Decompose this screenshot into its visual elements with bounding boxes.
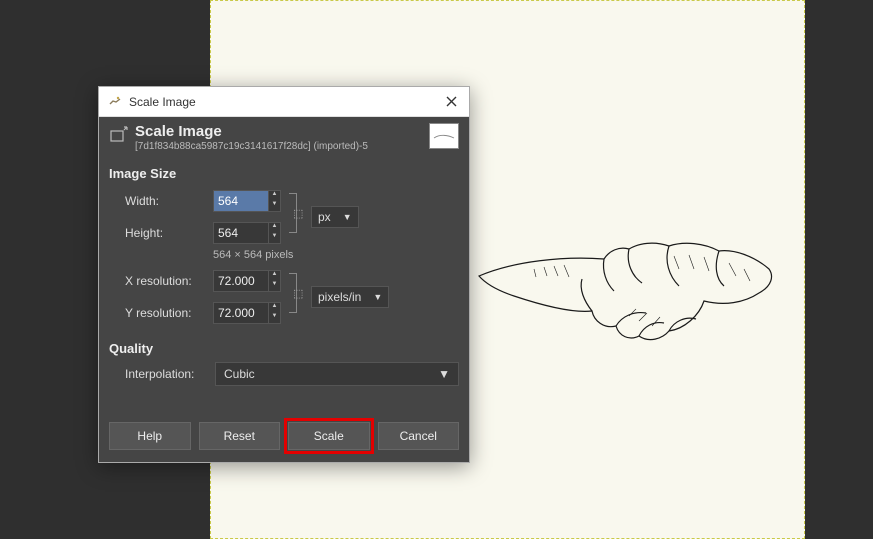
button-row: Help Reset Scale Cancel xyxy=(109,422,459,450)
titlebar-title: Scale Image xyxy=(129,95,441,109)
chevron-down-icon: ▼ xyxy=(343,212,352,222)
scale-icon xyxy=(109,125,129,145)
titlebar[interactable]: Scale Image xyxy=(99,87,469,117)
width-spinner[interactable]: ▲ ▼ xyxy=(213,190,281,212)
close-icon xyxy=(446,96,457,107)
dimensions-text: 564 × 564 pixels xyxy=(213,249,459,261)
quality-heading: Quality xyxy=(109,341,459,356)
scale-image-dialog: Scale Image Scale Image [7d1f834b88ca598… xyxy=(98,86,470,463)
xres-spinner[interactable]: ▲ ▼ xyxy=(213,270,281,292)
chevron-down-icon: ▼ xyxy=(438,367,450,381)
width-down[interactable]: ▼ xyxy=(268,201,280,211)
height-input[interactable] xyxy=(214,223,268,243)
xres-down[interactable]: ▼ xyxy=(268,281,280,291)
res-unit-select[interactable]: pixels/in ▼ xyxy=(311,286,389,308)
size-unit-select[interactable]: px ▼ xyxy=(311,206,359,228)
yres-spinner[interactable]: ▲ ▼ xyxy=(213,302,281,324)
yres-input[interactable] xyxy=(214,303,268,323)
dialog-subtitle: [7d1f834b88ca5987c19c3141617f28dc] (impo… xyxy=(135,141,423,152)
xres-up[interactable]: ▲ xyxy=(268,271,280,281)
scale-button[interactable]: Scale xyxy=(288,422,370,450)
yres-up[interactable]: ▲ xyxy=(268,303,280,313)
chain-icon: ⬚ xyxy=(293,207,303,220)
close-button[interactable] xyxy=(441,92,461,112)
xres-input[interactable] xyxy=(214,271,268,291)
chevron-down-icon: ▼ xyxy=(373,292,382,302)
interpolation-label: Interpolation: xyxy=(125,367,207,381)
hand-illustration xyxy=(474,221,784,351)
dialog-body: Scale Image [7d1f834b88ca5987c19c3141617… xyxy=(99,117,469,462)
yres-label: Y resolution: xyxy=(125,306,207,320)
width-label: Width: xyxy=(125,194,207,208)
height-up[interactable]: ▲ xyxy=(268,223,280,233)
height-label: Height: xyxy=(125,226,207,240)
yres-down[interactable]: ▼ xyxy=(268,313,280,323)
image-size-heading: Image Size xyxy=(109,166,459,181)
width-up[interactable]: ▲ xyxy=(268,191,280,201)
reset-button[interactable]: Reset xyxy=(199,422,281,450)
interpolation-select[interactable]: Cubic ▼ xyxy=(215,362,459,386)
size-unit-value: px xyxy=(318,210,331,224)
chain-icon: ⬚ xyxy=(293,287,303,300)
interpolation-value: Cubic xyxy=(224,367,255,381)
cancel-button[interactable]: Cancel xyxy=(378,422,460,450)
res-unit-value: pixels/in xyxy=(318,290,361,304)
size-chain-link[interactable]: ⬚ xyxy=(287,187,305,239)
width-input[interactable] xyxy=(214,191,268,211)
dialog-header: Scale Image [7d1f834b88ca5987c19c3141617… xyxy=(109,123,459,152)
xres-label: X resolution: xyxy=(125,274,207,288)
height-spinner[interactable]: ▲ ▼ xyxy=(213,222,281,244)
app-icon xyxy=(107,94,123,110)
height-down[interactable]: ▼ xyxy=(268,233,280,243)
dialog-title: Scale Image xyxy=(135,123,423,140)
res-chain-link[interactable]: ⬚ xyxy=(287,267,305,319)
preview-thumbnail xyxy=(429,123,459,149)
help-button[interactable]: Help xyxy=(109,422,191,450)
